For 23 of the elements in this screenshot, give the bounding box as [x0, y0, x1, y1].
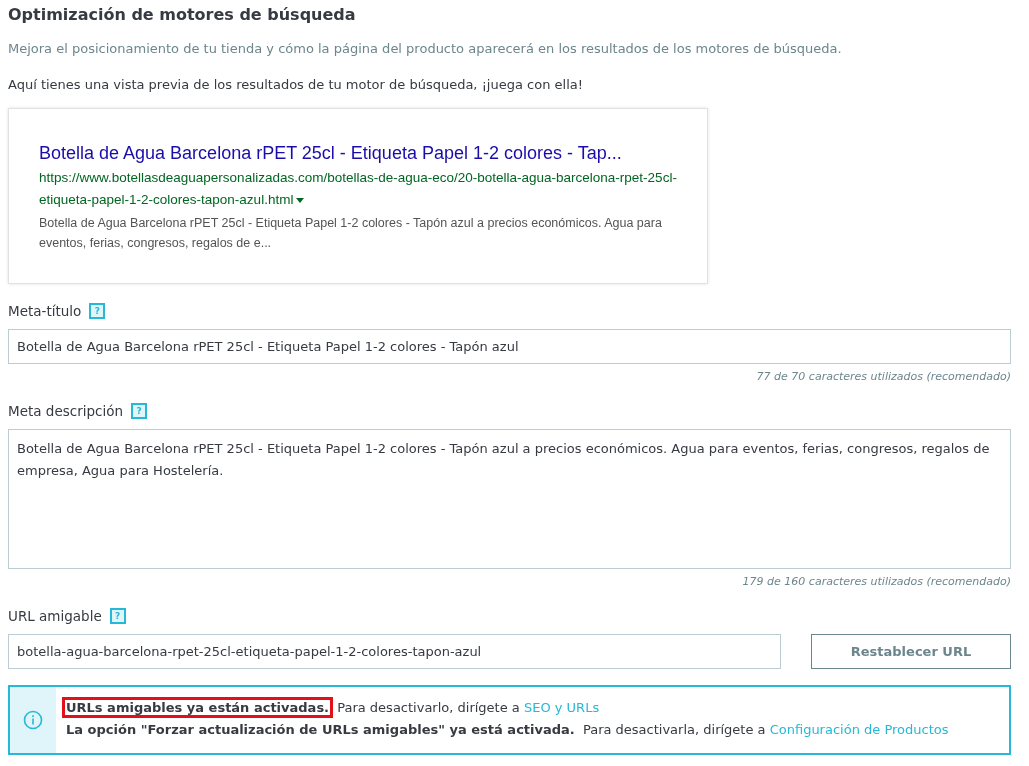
- url-field[interactable]: botella-agua-barcelona-rpet-25cl-etiqueta-papel-1-2-colores-tapon-azul: [8, 634, 781, 669]
- notice-line: La opción "Forzar actualización de URLs amigables" ya está activada. Para desactivarla, dirígete a Configuración de Productos: [66, 721, 949, 739]
- preview-intro: Aquí tienes una vista previa de los resultados de tu motor de búsqueda, ¡juega con ella!: [8, 76, 584, 94]
- section-description: Mejora el posicionamiento de tu tienda y cómo la página del producto aparecerá en los resultados de los motores de búsqueda.: [8, 40, 843, 58]
- help-icon[interactable]: ?: [131, 403, 147, 419]
- field-label: Meta-título: [8, 302, 82, 320]
- character-counter: 179 de 160 caracteres utilizados (recomendado): [741, 575, 1011, 589]
- character-counter: 77 de 70 caracteres utilizados (recomendado): [755, 370, 1011, 384]
- meta-description-field[interactable]: Botella de Agua Barcelona rPET 25cl - Etiqueta Papel 1-2 colores - Tapón azul a precios económicos. Agua para eventos, ferias, congresos, regalos de empresa, Agua para Hostelería.: [8, 429, 1011, 569]
- meta-title-field[interactable]: Botella de Agua Barcelona rPET 25cl - Etiqueta Papel 1-2 colores - Tapón azul: [8, 329, 1011, 364]
- section-title: Optimización de motores de búsqueda: [8, 4, 357, 26]
- preview-url: https://www.botellasdeaguapersonalizadas.com/botellas-de-agua-eco/20-botella-agua-barcelona-rpet-25cl-etiqueta-papel-1-2-colores-tapon-azul.html: [39, 169, 677, 209]
- reset-url-button[interactable]: Restablecer URL: [811, 634, 1011, 669]
- preview-description: Botella de Agua Barcelona rPET 25cl - Etiqueta Papel 1-2 colores - Tapón azul a precios económicos. Agua para eventos, ferias, congresos, regalos de e...: [39, 215, 663, 252]
- caret-icon: [296, 197, 305, 203]
- help-icon[interactable]: ?: [109, 608, 126, 624]
- help-icon[interactable]: ?: [89, 303, 106, 319]
- settings-link[interactable]: Configuración de Productos: [769, 722, 949, 737]
- info-icon: [23, 710, 43, 730]
- settings-link[interactable]: SEO y URLs: [523, 700, 600, 715]
- field-label: URL amigable: [8, 607, 102, 625]
- field-label: Meta descripción: [8, 402, 123, 420]
- preview-title: Botella de Agua Barcelona rPET 25cl - Etiqueta Papel 1-2 colores - Tap...: [39, 142, 623, 165]
